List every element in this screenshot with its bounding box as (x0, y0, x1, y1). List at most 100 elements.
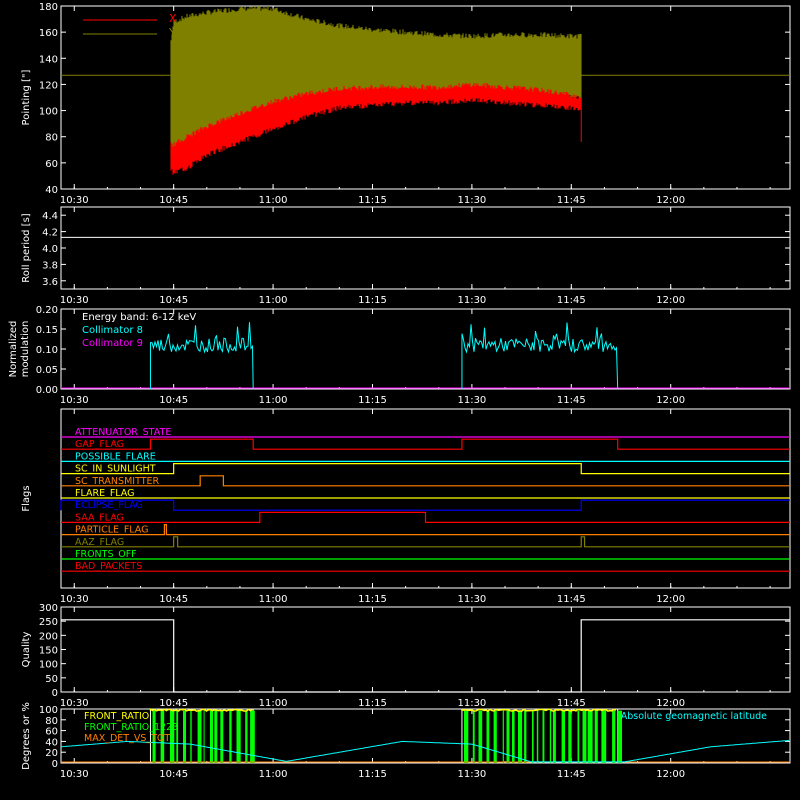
y-tick-label: 60 (45, 159, 58, 170)
flag-line-saa-flag (61, 511, 790, 523)
x-tick-label: 12:00 (656, 769, 685, 780)
flag-line-sc-in-sunlight (61, 463, 790, 475)
x-tick-label: 12:00 (656, 195, 685, 206)
quality-ylabel: Quality (21, 632, 32, 668)
x-tick-label: 11:15 (358, 698, 387, 709)
x-tick-label: 11:45 (557, 295, 586, 306)
x-tick-label: 11:15 (358, 195, 387, 206)
x-tick-label: 11:00 (259, 698, 288, 709)
modulation-legend-c8: Collimator 8 (82, 325, 143, 336)
y-tick-label: 60 (45, 727, 58, 738)
y-tick-label: 0.10 (36, 345, 58, 356)
x-tick-label: 11:30 (457, 698, 486, 709)
flag-label: ECLIPSE_FLAG (75, 500, 143, 511)
y-tick-label: 0 (52, 688, 58, 699)
x-tick-label: 10:45 (159, 395, 188, 406)
x-tick-label: 12:00 (656, 594, 685, 605)
y-tick-label: 0 (52, 759, 58, 770)
y-tick-label: 0.00 (36, 385, 58, 396)
x-tick-label: 11:00 (259, 195, 288, 206)
y-tick-label: 4.4 (42, 211, 58, 222)
flag-label: PARTICLE_FLAG (75, 525, 148, 536)
y-tick-label: 4.0 (42, 244, 58, 255)
y-tick-label: 40 (45, 737, 58, 748)
flag-line-eclipse-flag (60, 499, 790, 511)
x-tick-label: 11:30 (457, 295, 486, 306)
flags-ylabel: Flags (21, 485, 32, 511)
x-tick-label: 10:45 (159, 195, 188, 206)
flag-label: ATTENUATOR_STATE (75, 427, 171, 438)
ratio-legend-front-ratio-1223: FRONT_RATIO_1223 (84, 722, 178, 733)
y-tick-label: 300 (39, 603, 58, 614)
x-tick-label: 11:00 (259, 769, 288, 780)
y-tick-label: 4.2 (42, 228, 58, 239)
x-tick-label: 12:00 (656, 698, 685, 709)
panel-1-frame (60, 206, 791, 290)
x-tick-label: 12:00 (656, 395, 685, 406)
legend-label-Y: Y (168, 26, 176, 39)
y-tick-label: 50 (45, 674, 58, 685)
y-tick-label: 200 (39, 631, 58, 642)
x-tick-label: 11:00 (259, 295, 288, 306)
x-tick-label: 10:45 (159, 698, 188, 709)
flag-label: SC_IN_SUNLIGHT (75, 464, 156, 475)
x-tick-label: 10:30 (60, 698, 89, 709)
flag-line-gap-flag (61, 438, 790, 450)
flag-label: SC_TRANSMITTER (75, 476, 160, 487)
flag-line-aaz-flag (61, 536, 790, 548)
modulation-ylabel-1: Normalized (8, 321, 19, 378)
x-tick-label: 11:00 (259, 594, 288, 605)
modulation-legend-c9: Collimator 9 (82, 338, 143, 349)
x-tick-label: 11:15 (358, 769, 387, 780)
x-tick-label: 10:30 (60, 295, 89, 306)
y-tick-label: 0.15 (36, 325, 58, 336)
flag-line-sc-transmitter (61, 475, 790, 487)
x-tick-label: 11:00 (259, 395, 288, 406)
y-tick-label: 100 (39, 107, 58, 118)
front-ratio-line (461, 708, 617, 713)
chart-canvas: 10:30 10:45 11:00 11:15 11:30 11:45 12:00 10:30… (8, 2, 791, 780)
y-tick-label: 140 (39, 54, 58, 65)
flag-label: POSSIBLE_FLARE (75, 451, 156, 462)
flag-label: FRONTS_OFF (75, 549, 137, 560)
x-tick-label: 10:45 (159, 295, 188, 306)
modulation-ylabel-2: modulation (20, 321, 31, 378)
y-tick-label: 120 (39, 80, 58, 91)
quality-line (61, 619, 790, 693)
x-tick-label: 10:30 (60, 594, 89, 605)
x-tick-label: 11:30 (457, 195, 486, 206)
y-tick-label: 20 (45, 748, 58, 759)
x-tick-label: 11:30 (457, 594, 486, 605)
ratio-legend-front-ratio: FRONT_RATIO (84, 711, 149, 722)
modulation-legend-energy: Energy band: 6-12 keV (82, 312, 196, 323)
x-tick-label: 10:30 (60, 395, 89, 406)
front-ratio-1223-bars (464, 710, 622, 763)
y-tick-label: 0.20 (36, 305, 58, 316)
y-tick-label: 80 (45, 716, 58, 727)
ratio-legend-max-det: MAX_DET_VS_TOT (84, 733, 170, 744)
y-tick-label: 100 (39, 705, 58, 716)
x-tick-label: 11:30 (457, 395, 486, 406)
pointing-ylabel: Pointing ["] (21, 69, 32, 125)
y-tick-label: 250 (39, 617, 58, 628)
flag-line-particle-flag (61, 524, 790, 536)
x-tick-label: 10:45 (159, 594, 188, 605)
x-tick-label: 11:15 (358, 295, 387, 306)
legend-label-X: X (169, 12, 177, 25)
flag-label: GAP_FLAG (75, 439, 124, 450)
x-tick-label: 11:45 (557, 195, 586, 206)
x-tick-label: 11:45 (557, 594, 586, 605)
collimator8-series (149, 322, 619, 390)
x-tick-label: 11:45 (557, 769, 586, 780)
flag-label: AAZ_FLAG (75, 537, 124, 548)
x-tick-label: 11:15 (358, 594, 387, 605)
x-tick-label: 11:15 (358, 395, 387, 406)
y-tick-label: 100 (39, 660, 58, 671)
y-tick-label: 180 (39, 2, 58, 13)
x-tick-label: 12:00 (656, 295, 685, 306)
x-tick-label: 10:45 (159, 769, 188, 780)
x-tick-label: 11:30 (457, 769, 486, 780)
y-tick-label: 3.8 (42, 260, 58, 271)
y-tick-label: 3.6 (42, 277, 58, 288)
y-tick-label: 150 (39, 646, 58, 657)
